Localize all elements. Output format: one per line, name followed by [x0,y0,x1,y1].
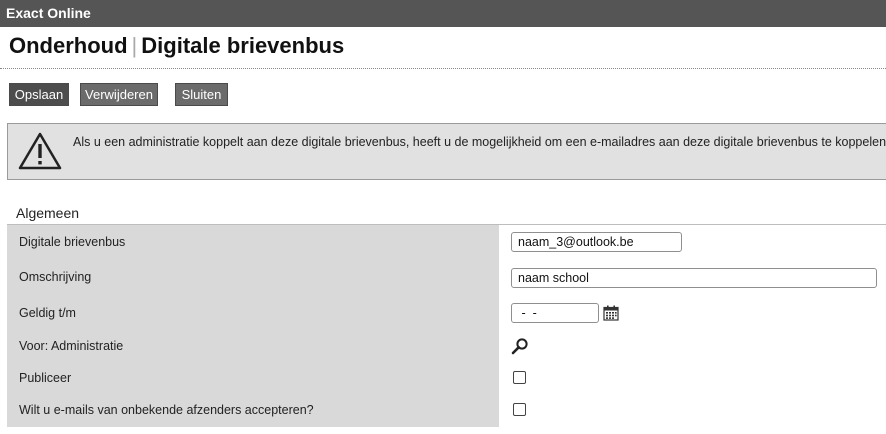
section-title: Algemeen [16,205,80,221]
save-button[interactable]: Opslaan [9,83,69,106]
mailbox-input[interactable] [511,232,682,252]
close-button[interactable]: Sluiten [175,83,228,106]
page-title: Onderhoud | Digitale brievenbus [9,33,344,59]
administration-label: Voor: Administratie [19,339,124,353]
publish-checkbox[interactable] [513,371,526,384]
page-title-section: Onderhoud [9,33,128,58]
description-label: Omschrijving [19,270,92,284]
description-input[interactable] [511,268,877,288]
accept-unknown-label: Wilt u e-mails van onbekende afzenders a… [19,403,314,417]
page-title-separator: | [131,33,138,58]
delete-button[interactable]: Verwijderen [80,83,158,106]
app-title: Exact Online [6,5,91,21]
header-divider [0,68,886,69]
valid-until-input[interactable] [511,303,599,323]
publish-label: Publiceer [19,371,72,385]
info-alert: Als u een administratie koppelt aan deze… [7,123,886,180]
page-title-name: Digitale brievenbus [141,33,345,58]
warning-icon [18,132,62,170]
mailbox-label: Digitale brievenbus [19,235,126,249]
calendar-icon[interactable] [603,305,619,321]
valid-until-label: Geldig t/m [19,306,76,320]
search-icon[interactable] [511,337,529,355]
top-bar: Exact Online [0,0,886,27]
accept-unknown-checkbox[interactable] [513,403,526,416]
form-label-column [7,225,499,427]
alert-message: Als u een administratie koppelt aan deze… [73,135,886,149]
